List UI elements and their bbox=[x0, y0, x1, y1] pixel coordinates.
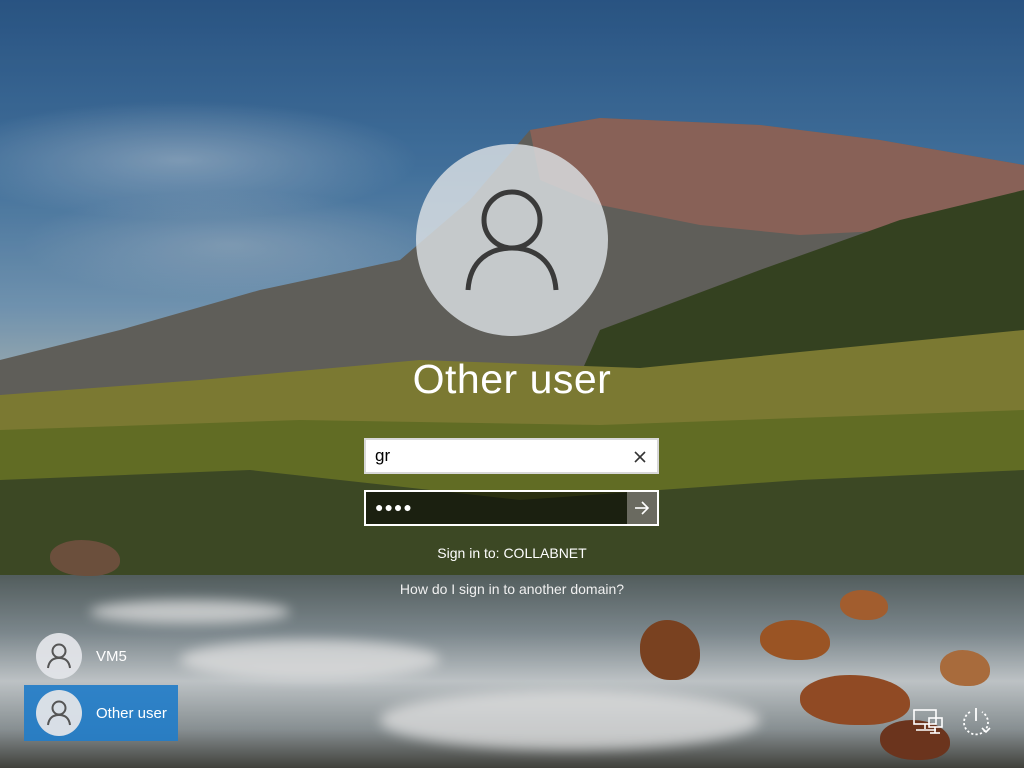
sign-in-domain-text: Sign in to: COLLABNET bbox=[437, 545, 587, 561]
power-button[interactable] bbox=[958, 704, 994, 740]
person-icon bbox=[47, 643, 71, 669]
user-item-label: VM5 bbox=[96, 647, 127, 665]
submit-button[interactable] bbox=[627, 492, 657, 524]
password-field[interactable]: ●●●● bbox=[364, 490, 659, 526]
user-avatar-small bbox=[36, 633, 82, 679]
power-icon bbox=[963, 708, 991, 736]
user-avatar bbox=[416, 144, 608, 336]
person-icon bbox=[47, 700, 71, 726]
password-mask: ●●●● bbox=[375, 499, 413, 515]
network-button[interactable] bbox=[910, 704, 946, 740]
user-item-vm5[interactable]: VM5 bbox=[24, 628, 178, 684]
user-item-label: Other user bbox=[96, 704, 167, 722]
arrow-right-icon bbox=[635, 501, 650, 515]
user-avatar-small bbox=[36, 690, 82, 736]
other-domain-link[interactable]: How do I sign in to another domain? bbox=[312, 581, 712, 597]
person-icon bbox=[465, 189, 559, 291]
username-field[interactable] bbox=[364, 438, 659, 474]
clear-x-icon bbox=[634, 451, 646, 463]
username-input[interactable] bbox=[366, 440, 625, 472]
user-title: Other user bbox=[412, 356, 612, 402]
network-icon bbox=[913, 709, 943, 734]
user-item-other-user[interactable]: Other user bbox=[24, 685, 178, 741]
clear-button[interactable] bbox=[627, 444, 653, 470]
